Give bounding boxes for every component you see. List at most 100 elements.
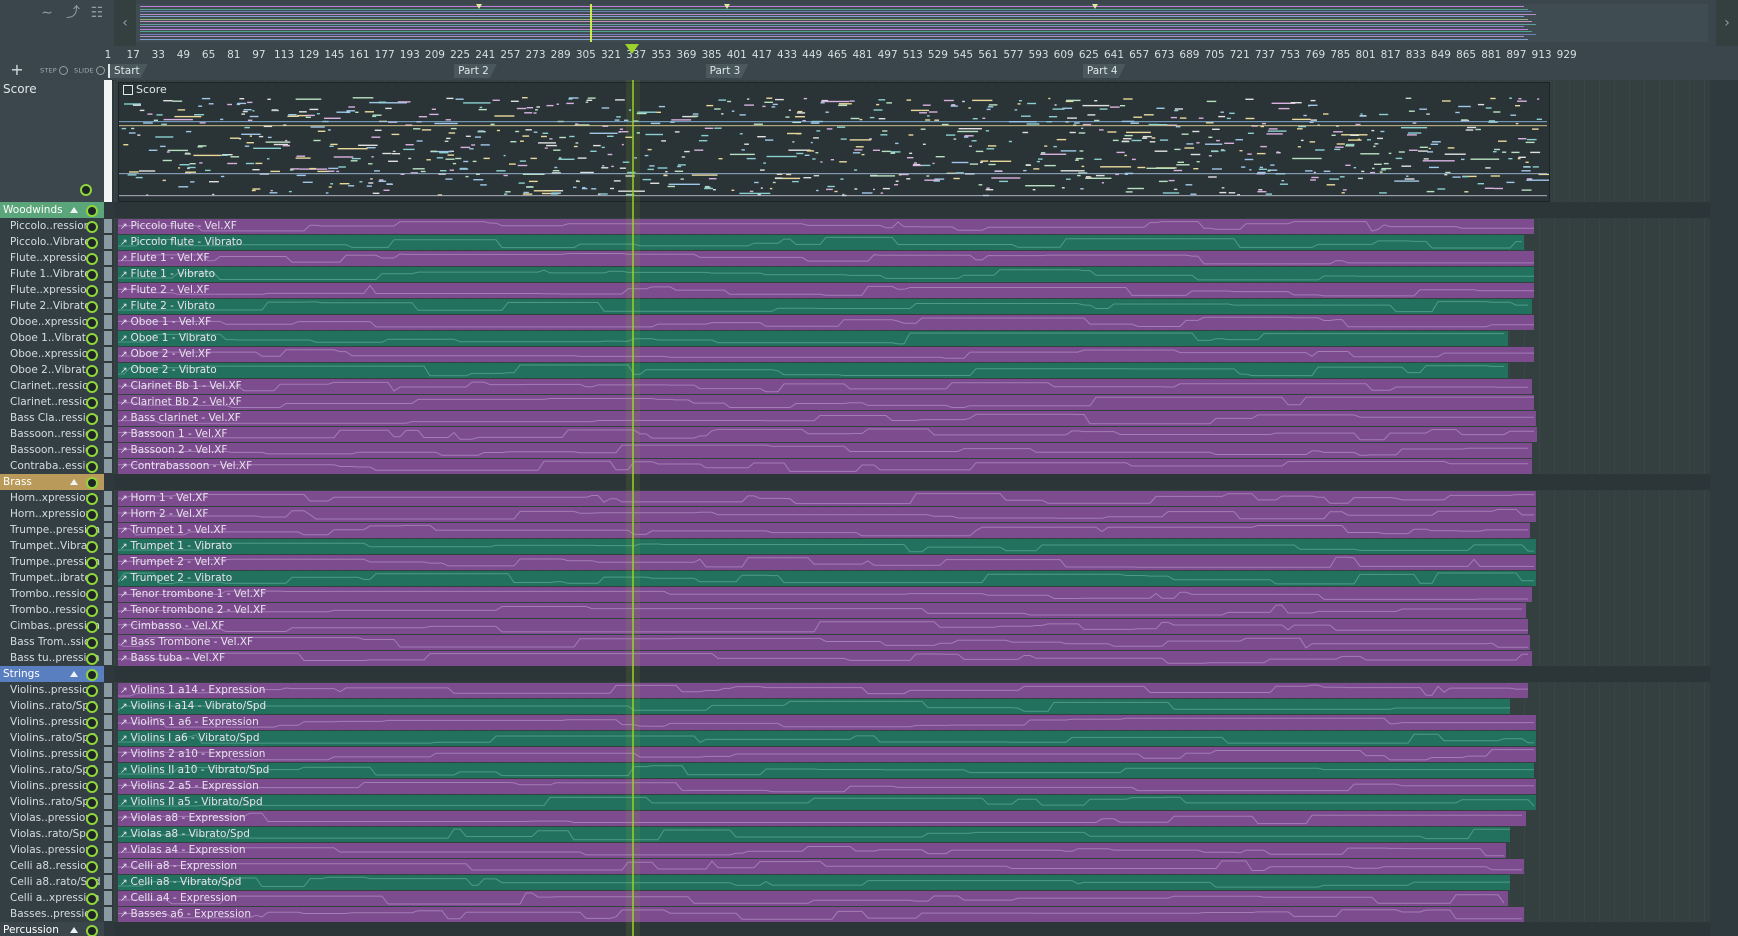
track-header[interactable]: Clarinet..ression (0, 378, 104, 394)
pencil-curve-icon[interactable]: ⤴ (62, 4, 84, 22)
score-track-header[interactable]: Score (0, 80, 104, 202)
track-header[interactable]: Violins..pression (0, 682, 104, 698)
scroll-right-icon[interactable]: › (1716, 0, 1738, 46)
mute-indicator-icon[interactable] (86, 765, 98, 777)
mute-indicator-icon[interactable] (86, 589, 98, 601)
mute-indicator-icon[interactable] (86, 269, 98, 281)
track-header[interactable]: Basses..pression (0, 906, 104, 922)
track-header[interactable]: Trombo..ression (0, 602, 104, 618)
track-header[interactable]: Bass tu..pression (0, 650, 104, 666)
playhead-marker-icon[interactable] (625, 44, 639, 54)
automation-clip[interactable]: ↗ Flute 1 - Vibrato (118, 267, 1534, 282)
mute-indicator-icon[interactable] (86, 413, 98, 425)
track-header[interactable]: Piccolo..Vibrato (0, 234, 104, 250)
automation-clip[interactable]: ↗ Contrabassoon - Vel.XF (118, 459, 1532, 474)
track-header[interactable]: Horn..xpression (0, 506, 104, 522)
group-header-strings[interactable]: Strings (0, 666, 104, 682)
group-header-percussion[interactable]: Percussion (0, 922, 104, 936)
automation-clip[interactable]: ↗ Oboe 1 - Vel.XF (118, 315, 1534, 330)
automation-clip[interactable]: ↗ Piccolo flute - Vibrato (118, 235, 1524, 250)
track-header[interactable]: Trumpet..Vibrato (0, 538, 104, 554)
mute-indicator-icon[interactable] (86, 749, 98, 761)
mute-indicator-icon[interactable] (86, 285, 98, 297)
automation-clip[interactable]: ↗ Violins 2 a5 - Expression (118, 779, 1536, 794)
piano-keys-icon[interactable]: ☷ (86, 4, 108, 22)
automation-clip[interactable]: ↗ Violas a4 - Expression (118, 843, 1506, 858)
mute-indicator-icon[interactable] (86, 621, 98, 633)
mute-indicator-icon[interactable] (86, 893, 98, 905)
overview-area[interactable] (136, 4, 1708, 42)
scroll-left-icon[interactable]: ‹ (114, 0, 136, 46)
track-header[interactable]: Oboe..xpression (0, 314, 104, 330)
mute-indicator-icon[interactable] (86, 333, 98, 345)
automation-clip[interactable]: ↗ Bassoon 1 - Vel.XF (118, 427, 1537, 442)
track-header[interactable]: Clarinet..ression (0, 394, 104, 410)
track-header[interactable]: Oboe 1..Vibrato (0, 330, 104, 346)
automation-clip[interactable]: ↗ Violins II a5 - Vibrato/Spd (118, 795, 1536, 810)
mute-indicator-icon[interactable] (86, 829, 98, 841)
timeline-ruler[interactable]: 1 17 33 49 65 81 97 113 129 145 161 177 193 209 225 241… (105, 46, 1738, 80)
automation-clip[interactable]: ↗ Bass Trombone - Vel.XF (118, 635, 1530, 650)
add-track-button[interactable]: + (6, 62, 28, 78)
track-header[interactable]: Contraba..ession (0, 458, 104, 474)
waveform-icon[interactable]: ∼ (36, 4, 58, 22)
track-header[interactable]: Violins..rato/Spd (0, 762, 104, 778)
automation-clip[interactable]: ↗ Violas a8 - Expression (118, 811, 1526, 826)
mute-indicator-icon[interactable] (86, 429, 98, 441)
slide-toggle[interactable]: SLIDE (74, 66, 105, 75)
track-header[interactable]: Horn..xpression (0, 490, 104, 506)
track-header[interactable]: Trombo..ression (0, 586, 104, 602)
mute-indicator-icon[interactable] (86, 845, 98, 857)
mute-indicator-icon[interactable] (86, 397, 98, 409)
track-header[interactable]: Oboe..xpression (0, 346, 104, 362)
marker-part-4[interactable]: Part 4 (1083, 64, 1126, 78)
automation-clip[interactable]: ↗ Tenor trombone 2 - Vel.XF (118, 603, 1526, 618)
track-header[interactable]: Trumpe..pression (0, 554, 104, 570)
automation-clip[interactable]: ↗ Flute 1 - Vel.XF (118, 251, 1534, 266)
group-header-brass[interactable]: Brass (0, 474, 104, 490)
track-header[interactable]: Flute 1..Vibrato (0, 266, 104, 282)
mute-indicator-icon[interactable] (86, 221, 98, 233)
mute-indicator-icon[interactable] (86, 381, 98, 393)
automation-clip[interactable]: ↗ Trumpet 1 - Vibrato (118, 539, 1536, 554)
track-header[interactable]: Bass Trom..ssion (0, 634, 104, 650)
automation-clip[interactable]: ↗ Celli a4 - Expression (118, 891, 1508, 906)
automation-clip[interactable]: ↗ Bassoon 2 - Vel.XF (118, 443, 1532, 458)
marker-part-2[interactable]: Part 2 (454, 64, 497, 78)
automation-clip[interactable]: ↗ Violins I a14 - Vibrato/Spd (118, 699, 1510, 714)
automation-clip[interactable]: ↗ Piccolo flute - Vel.XF (118, 219, 1534, 234)
marker-part-3[interactable]: Part 3 (706, 64, 749, 78)
automation-clip[interactable]: ↗ Flute 2 - Vel.XF (118, 283, 1534, 298)
mute-indicator-icon[interactable] (86, 445, 98, 457)
arrangement-area[interactable]: Score ↗ Piccolo flute - Vel.XF ↗ Piccolo fl… (114, 80, 1738, 936)
track-header[interactable]: Bassoon..ression (0, 442, 104, 458)
mute-indicator-icon[interactable] (86, 253, 98, 265)
mute-indicator-icon[interactable] (86, 317, 98, 329)
mute-indicator-icon[interactable] (86, 861, 98, 873)
track-header[interactable]: Flute..xpression (0, 282, 104, 298)
step-radio-icon[interactable] (58, 66, 68, 75)
mute-indicator-icon[interactable] (86, 813, 98, 825)
automation-clip[interactable]: ↗ Violas a8 - Vibrato/Spd (118, 827, 1510, 842)
track-header[interactable]: Oboe 2..Vibrato (0, 362, 104, 378)
track-header[interactable]: Violins..rato/Spd (0, 794, 104, 810)
vertical-scroll-area[interactable] (1710, 80, 1738, 936)
track-header[interactable]: Celli a8..ression (0, 858, 104, 874)
mute-indicator-icon[interactable] (86, 349, 98, 361)
mute-indicator-icon[interactable] (86, 365, 98, 377)
track-header[interactable]: Violas..pression (0, 810, 104, 826)
automation-clip[interactable]: ↗ Violins II a10 - Vibrato/Spd (118, 763, 1534, 778)
slide-radio-icon[interactable] (95, 66, 105, 75)
step-toggle[interactable]: STEP (40, 66, 68, 75)
collapse-caret-icon[interactable] (70, 479, 78, 485)
automation-clip[interactable]: ↗ Violins 2 a10 - Expression (118, 747, 1536, 762)
mute-indicator-icon[interactable] (86, 509, 98, 521)
mute-indicator-icon[interactable] (86, 925, 98, 936)
automation-clip[interactable]: ↗ Tenor trombone 1 - Vel.XF (118, 587, 1532, 602)
mute-indicator-icon[interactable] (86, 781, 98, 793)
mute-indicator-icon[interactable] (80, 184, 92, 196)
automation-clip[interactable]: ↗ Celli a8 - Vibrato/Spd (118, 875, 1510, 890)
track-header[interactable]: Flute 2..Vibrato (0, 298, 104, 314)
track-header[interactable]: Violas..pression (0, 842, 104, 858)
automation-clip[interactable]: ↗ Clarinet Bb 1 - Vel.XF (118, 379, 1532, 394)
